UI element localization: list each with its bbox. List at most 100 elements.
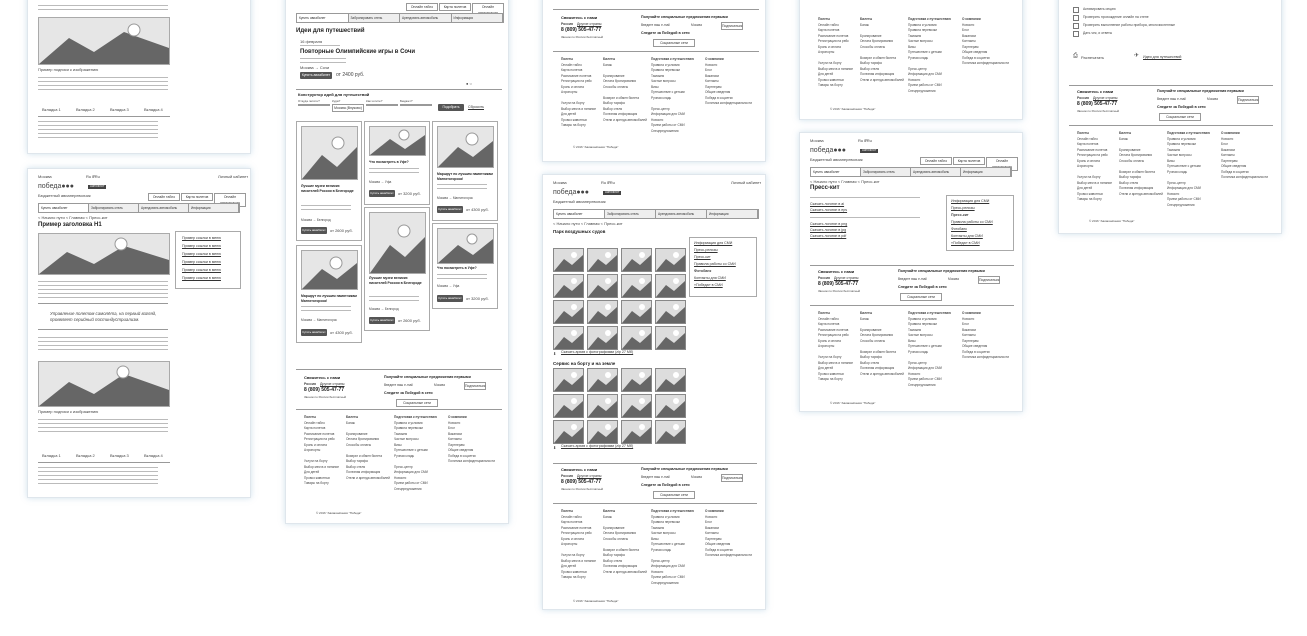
footer-link[interactable]: Регистрация на рейс xyxy=(304,437,339,443)
tab-info[interactable]: Информация xyxy=(707,210,758,218)
logo[interactable]: победа●●● xyxy=(38,183,74,190)
breadcrumb[interactable]: < Начало пути < Главная < Пресс-кит xyxy=(810,179,880,184)
top-button-2[interactable]: Карта полетов xyxy=(953,157,985,165)
breadcrumb[interactable]: < Начало пути < Главная < Пресс-кит xyxy=(38,215,108,220)
footer-col-3[interactable]: Подготовка к путешествию Правила и услови… xyxy=(651,509,694,586)
photo-thumbnail[interactable] xyxy=(553,420,584,444)
step-2[interactable]: Вкладка 2 xyxy=(76,107,95,112)
footer-link[interactable]: Спецпредложения xyxy=(394,487,437,493)
tab-flight[interactable]: Купить авиабилет xyxy=(39,204,89,212)
footer-col-1[interactable]: Полеты Онлайн табло Карта полетов Расписани… xyxy=(304,415,339,487)
card-buy-button[interactable]: Купить авиабилет xyxy=(437,295,463,302)
idea-card[interactable]: Лучшие музеи великих писателей России в … xyxy=(296,121,362,241)
subscribe-button[interactable]: Подписаться xyxy=(721,22,743,30)
photo-thumbnail[interactable] xyxy=(655,326,686,350)
checkbox[interactable] xyxy=(1073,15,1079,21)
photo-thumbnail[interactable] xyxy=(553,300,584,324)
top-button-1[interactable]: Онлайн табло xyxy=(406,3,438,11)
footer-city-select[interactable]: Москва xyxy=(691,23,702,28)
footer-col-4[interactable]: О компании Новости Блог Вакансии Контакты Пар… xyxy=(705,509,752,559)
menu-link-1[interactable]: Информация для СМИ xyxy=(951,198,989,204)
footer-link[interactable]: Спецпредложения xyxy=(651,581,694,587)
menu-link-4[interactable]: Правила работы со СМИ xyxy=(694,261,736,267)
menu-link-5[interactable]: Фотобанк xyxy=(951,226,967,232)
footer-link[interactable]: Спецпредложения xyxy=(908,383,951,389)
nav-tabs[interactable]: Купить авиабилет Забронировать отель Аре… xyxy=(810,167,1012,177)
menu-link-4[interactable]: Правила работы со СМИ xyxy=(951,219,993,225)
card-buy-button[interactable]: Купить авиабилет xyxy=(437,206,463,213)
menu-link-6[interactable]: Пример ссылки в меню xyxy=(182,275,221,281)
top-button-2[interactable]: Карта полетов xyxy=(439,3,471,11)
tab-flight[interactable]: Купить авиабилет xyxy=(811,168,861,176)
tab-car[interactable]: Арендовать автомобиль xyxy=(139,204,189,212)
currency-select[interactable]: Ru ₽Ru xyxy=(858,138,872,143)
menu-link-4[interactable]: Пример ссылки в меню xyxy=(182,259,221,265)
currency-select[interactable]: Ru ₽Ru xyxy=(601,180,615,185)
photo-thumbnail[interactable] xyxy=(553,394,584,418)
footer-link[interactable]: Спецпредложения xyxy=(1167,203,1210,209)
cabinet-link[interactable]: Личный кабинет xyxy=(218,174,248,179)
tab-info[interactable]: Информация xyxy=(451,14,503,22)
footer-link[interactable]: Регистрация на рейс xyxy=(818,333,853,339)
footer-email-input[interactable]: Введите ваш e-mail xyxy=(641,475,670,480)
tab-hotel[interactable]: Забронировать отель xyxy=(605,210,656,218)
footer-col-2[interactable]: Билеты Багаж Бронирование Оплата бронирова… xyxy=(603,509,647,575)
lang-select[interactable]: Москва xyxy=(810,138,824,143)
menu-link-5[interactable]: Пример ссылки в меню xyxy=(182,267,221,273)
footer-col-2[interactable]: Билеты Багаж Бронирование Оплата бронирова… xyxy=(1119,131,1163,197)
footer-col-1[interactable]: Полеты Онлайн табло Карта полетов Расписани… xyxy=(1077,131,1112,203)
photo-thumbnail[interactable] xyxy=(587,300,618,324)
footer-col-4[interactable]: О компании Новости Блог Вакансии Контакты Пар… xyxy=(705,57,752,107)
idea-card[interactable]: Что посмотреть в Уфе? Москва → Уфа Купит… xyxy=(432,223,498,309)
tab-flight[interactable]: Купить авиабилет xyxy=(297,14,349,22)
download-icon[interactable]: ⬇ xyxy=(553,351,556,356)
find-button[interactable]: Подобрать xyxy=(438,104,464,111)
tab-car[interactable]: Арендовать автомобиль xyxy=(911,168,961,176)
footer-col-2[interactable]: Билеты Багаж Бронирование Оплата бронирова… xyxy=(860,311,904,377)
idea-card[interactable]: Что посмотреть в Уфе? Москва → Уфа Купит… xyxy=(364,121,430,205)
photo-thumbnail[interactable] xyxy=(621,326,652,350)
card-buy-button[interactable]: Купить авиабилет xyxy=(301,227,327,234)
photo-thumbnail[interactable] xyxy=(655,248,686,272)
footer-col-2[interactable]: Билеты Багаж Бронирование Оплата бронирова… xyxy=(860,17,904,83)
footer-col-1[interactable]: Полеты Онлайн табло Карта полетов Расписани… xyxy=(818,17,853,89)
step-4[interactable]: Вкладка 4 xyxy=(144,453,163,458)
ideas-link[interactable]: Идеи для путешествий xyxy=(1143,54,1181,60)
footer-col-2[interactable]: Билеты Багаж Бронирование Оплата бронирова… xyxy=(603,57,647,123)
footer-col-4[interactable]: О компании Новости Блог Вакансии Контакты Пар… xyxy=(962,311,1009,361)
footer-link[interactable]: Отели и аренда автомобилей xyxy=(603,570,647,576)
menu-link-7[interactable]: «Победа» в СМИ xyxy=(951,240,980,246)
lang-select[interactable]: Москва xyxy=(553,180,567,185)
footer-col-3[interactable]: Подготовка к путешествию Правила и услови… xyxy=(1167,131,1210,208)
menu-link-2[interactable]: Пресс-релизы xyxy=(694,247,718,253)
top-button-2[interactable]: Карта полетов xyxy=(181,193,213,201)
checkbox[interactable] xyxy=(1073,7,1079,13)
logo[interactable]: победа●●● xyxy=(810,147,846,154)
photo-thumbnail[interactable] xyxy=(587,326,618,350)
hero-buy-button[interactable]: Купить авиабилет xyxy=(300,72,332,79)
footer-link[interactable]: Регистрация на рейс xyxy=(818,39,853,45)
lang-select[interactable]: Москва xyxy=(38,174,52,179)
footer-col-4[interactable]: О компании Новости Блог Вакансии Контакты Пар… xyxy=(962,17,1009,67)
social-button[interactable]: Социальные сети xyxy=(653,39,695,47)
footer-email-input[interactable]: Введите ваш e-mail xyxy=(384,383,413,388)
photo-thumbnail[interactable] xyxy=(621,368,652,392)
currency-select[interactable]: Ru ₽Ru xyxy=(86,174,100,179)
footer-link[interactable]: Регистрация на рейс xyxy=(1077,153,1112,159)
step-2[interactable]: Вкладка 2 xyxy=(76,453,95,458)
photo-thumbnail[interactable] xyxy=(553,326,584,350)
footer-link[interactable]: Регистрация на рейс xyxy=(561,79,596,85)
footer-link[interactable]: Спецпредложения xyxy=(651,129,694,135)
footer-link[interactable]: Политика конфиденциальности xyxy=(705,101,752,107)
photo-thumbnail[interactable] xyxy=(553,368,584,392)
footer-city-select[interactable]: Москва xyxy=(691,475,702,480)
step-3[interactable]: Вкладка 3 xyxy=(110,107,129,112)
footer-link[interactable]: Регистрация на рейс xyxy=(561,531,596,537)
footer-link[interactable]: Спецпредложения xyxy=(908,89,951,95)
photo-thumbnail[interactable] xyxy=(621,394,652,418)
footer-link[interactable]: Отели и аренда автомобилей xyxy=(860,372,904,378)
menu-link-1[interactable]: Пример ссылки в меню xyxy=(182,235,221,241)
footer-link[interactable]: Товары на борту xyxy=(561,575,596,581)
footer-email-input[interactable]: Введите ваш e-mail xyxy=(898,277,927,282)
doc-link-5[interactable]: Скачать логотип в pdf xyxy=(810,233,846,239)
